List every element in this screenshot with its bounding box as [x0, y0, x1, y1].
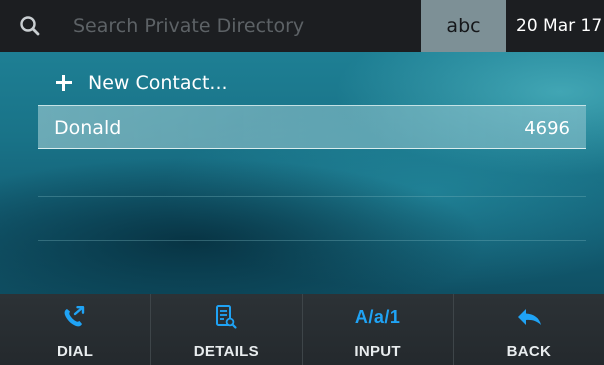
date-time: 20 Mar 17:25 — [516, 16, 604, 36]
contact-name: Donald — [54, 117, 122, 139]
input-softkey[interactable]: A/a/1 INPUT — [303, 294, 454, 365]
details-softkey[interactable]: DETAILS — [151, 294, 303, 365]
input-mode-icon: A/a/1 — [354, 306, 401, 327]
phone-screen: abc 20 Mar 17:25 New Contact... Donald 4… — [0, 0, 604, 365]
contact-row[interactable]: Donald 4696 — [38, 105, 586, 149]
dial-phone-icon — [61, 298, 89, 336]
dial-label: DIAL — [57, 343, 94, 360]
search-icon — [0, 0, 60, 52]
plus-icon — [52, 71, 76, 95]
list-divider — [38, 196, 586, 197]
back-label: BACK — [506, 343, 552, 360]
list-divider — [38, 240, 586, 241]
search-input[interactable] — [60, 0, 421, 52]
softkey-bar: DIAL DETAILS A/a/1 INPUT BACK — [0, 294, 604, 365]
back-softkey[interactable]: BACK — [454, 294, 604, 365]
back-arrow-icon — [514, 298, 544, 336]
details-document-icon — [214, 298, 238, 336]
dial-softkey[interactable]: DIAL — [0, 294, 152, 365]
contact-number: 4696 — [524, 117, 570, 139]
new-contact-item[interactable]: New Contact... — [38, 63, 586, 103]
details-label: DETAILS — [193, 343, 259, 360]
new-contact-label: New Contact... — [88, 72, 228, 94]
input-label: INPUT — [354, 343, 401, 360]
directory-list: New Contact... Donald 4696 — [0, 52, 604, 294]
input-mode-badge[interactable]: abc — [421, 0, 506, 52]
top-bar: abc 20 Mar 17:25 — [0, 0, 604, 52]
